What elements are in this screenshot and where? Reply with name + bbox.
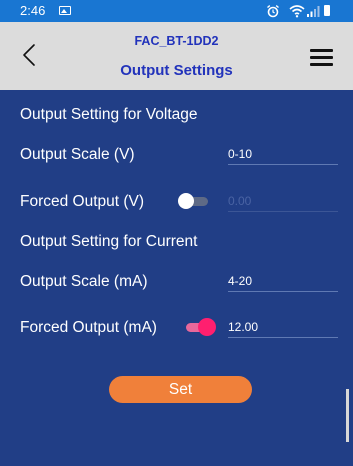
menu-button[interactable] (308, 48, 336, 68)
wifi-icon (289, 5, 305, 18)
voltage-section-title: Output Setting for Voltage (20, 106, 198, 123)
signal-icon (307, 6, 320, 17)
alarm-icon (267, 5, 279, 18)
current-forced-output-field[interactable]: 12.00 (228, 316, 338, 338)
voltage-output-scale-label: Output Scale (V) (20, 146, 135, 163)
current-output-scale-label: Output Scale (mA) (20, 273, 148, 290)
current-output-scale-field[interactable]: 4-20 (228, 270, 338, 292)
toggle-thumb (178, 193, 194, 209)
page-title: Output Settings (120, 62, 233, 79)
current-section-title: Output Setting for Current (20, 233, 198, 250)
status-time: 2:46 (20, 3, 46, 18)
app-header: FAC_BT-1DD2 Output Settings (0, 22, 353, 90)
current-forced-output-label: Forced Output (mA) (20, 319, 157, 336)
set-button[interactable]: Set (109, 376, 252, 403)
voltage-forced-output-field[interactable]: 0.00 (228, 190, 338, 212)
voltage-forced-output-toggle[interactable] (178, 192, 210, 210)
battery-icon (324, 5, 330, 16)
current-forced-output-toggle[interactable] (184, 318, 218, 336)
voltage-forced-output-label: Forced Output (V) (20, 193, 145, 210)
voltage-output-scale-field[interactable]: 0-10 (228, 143, 338, 165)
scroll-indicator[interactable] (346, 389, 349, 442)
toggle-thumb (198, 318, 216, 336)
gallery-icon (59, 6, 71, 15)
status-bar: 2:46 (0, 0, 353, 22)
device-name: FAC_BT-1DD2 (134, 34, 219, 48)
